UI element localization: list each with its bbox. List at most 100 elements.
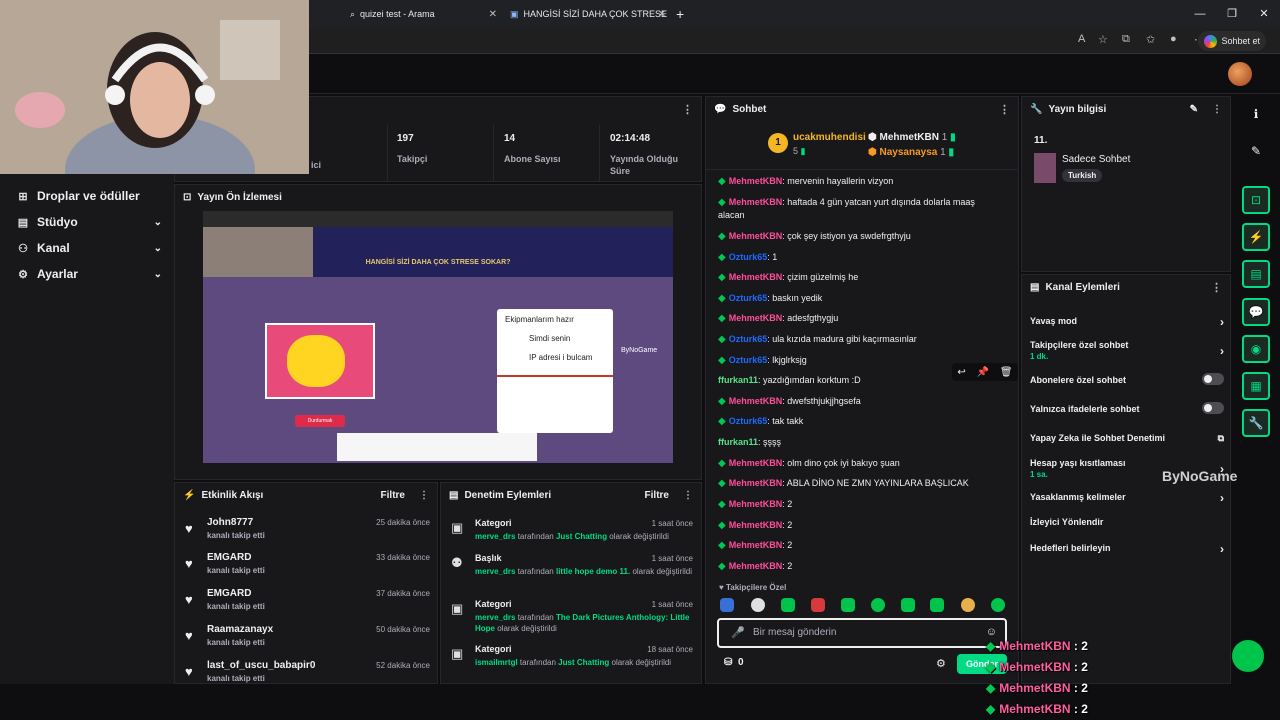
tag-badge[interactable]: Turkish: [1062, 169, 1103, 182]
chat-username[interactable]: MehmetKBN: [729, 272, 783, 282]
chat-input[interactable]: 🎤 Bir mesaj gönderin ☺: [717, 618, 1007, 648]
chat-message[interactable]: ◆ MehmetKBN: 2: [718, 519, 998, 532]
emote[interactable]: [841, 598, 855, 612]
chat-username[interactable]: MehmetKBN: [729, 478, 783, 488]
toggle-switch[interactable]: [1202, 373, 1224, 385]
chat-username[interactable]: MehmetKBN: [729, 540, 783, 550]
chat-message[interactable]: ◆ Ozturk65: baskın yedik: [718, 292, 998, 305]
channel-points[interactable]: ⛁ 0: [724, 657, 744, 668]
microphone-icon[interactable]: 🎤: [731, 626, 745, 639]
action-goals[interactable]: Hedefleri belirleyin ›: [1030, 542, 1230, 556]
clipboard-icon[interactable]: ▤: [1242, 260, 1270, 288]
more-options-icon[interactable]: ⋮: [1211, 281, 1222, 294]
chat-username[interactable]: Ozturk65: [729, 416, 768, 426]
chat-message[interactable]: ◆ MehmetKBN: çok şey istiyon ya swdefrgth…: [718, 230, 998, 243]
emote[interactable]: [781, 598, 795, 612]
broadcast-icon[interactable]: ◉: [1242, 335, 1270, 363]
chat-username[interactable]: MehmetKBN: [729, 231, 783, 241]
browser-tab[interactable]: ⌕ quizei test - Arama ✕: [344, 4, 499, 24]
chat-username[interactable]: MehmetKBN: [729, 561, 783, 571]
emote[interactable]: [811, 598, 825, 612]
chat-message[interactable]: ◆ Ozturk65: tak takk: [718, 415, 998, 428]
toggle-switch[interactable]: [1202, 402, 1224, 414]
help-button[interactable]: [1232, 640, 1264, 672]
reply-icon[interactable]: ↩: [957, 367, 965, 378]
activity-user[interactable]: last_of_uscu_babapir0: [207, 660, 315, 671]
user-avatar[interactable]: [1228, 62, 1252, 86]
stream-preview[interactable]: HANGİSİ SİZİ DAHA ÇOK STRESE SOKAR? Ekip…: [203, 211, 673, 463]
chat-message[interactable]: ◆ MehmetKBN: çizim güzelmiş he: [718, 271, 998, 284]
action-emote-only[interactable]: Yalnızca ifadelerle sohbet: [1030, 402, 1230, 414]
edit-icon[interactable]: ✎: [1190, 104, 1198, 115]
chat-username[interactable]: MehmetKBN: [729, 520, 783, 530]
chat-settings-icon[interactable]: ⚙: [936, 657, 946, 670]
chat-message[interactable]: ◆ MehmetKBN: mervenin hayallerin vizyon: [718, 175, 998, 188]
emote[interactable]: [930, 598, 944, 612]
chat-username[interactable]: Ozturk65: [729, 293, 768, 303]
chat-message[interactable]: ◆ Ozturk65: 1: [718, 251, 998, 264]
action-slow-mode[interactable]: Yavaş mod ›: [1030, 315, 1230, 329]
sidebar-item-drops[interactable]: ⊞ Droplar ve ödüller: [16, 186, 162, 206]
chat-message[interactable]: ◆ MehmetKBN: olm dino çok iyi bakıyo şuan: [718, 457, 998, 470]
chat-username[interactable]: MehmetKBN: [729, 396, 783, 406]
chat-message[interactable]: ◆ Ozturk65: ula kızıda madura gibi kaçırm…: [718, 333, 998, 346]
chat-message[interactable]: ◆ MehmetKBN: 2: [718, 560, 998, 573]
read-aloud-icon[interactable]: A: [1078, 33, 1085, 45]
chat-message[interactable]: ◆ MehmetKBN: adesfgthygju: [718, 312, 998, 325]
chat-username[interactable]: MehmetKBN: [729, 313, 783, 323]
gifter-row[interactable]: ⬢ Naysanaysa 1 ▮: [868, 147, 954, 158]
category-name[interactable]: Sadece Sohbet: [1062, 154, 1130, 165]
chat-icon[interactable]: 💬: [1242, 298, 1270, 326]
filter-button[interactable]: Filtre: [645, 490, 669, 501]
emote[interactable]: [991, 598, 1005, 612]
emoji-icon[interactable]: ☺: [986, 626, 997, 638]
emote[interactable]: [720, 598, 734, 612]
emote[interactable]: [871, 598, 885, 612]
category-thumbnail[interactable]: [1034, 153, 1056, 183]
activity-user[interactable]: John8777: [207, 517, 253, 528]
chat-username[interactable]: ffurkan11: [718, 375, 758, 385]
more-options-icon[interactable]: ⋮: [999, 103, 1010, 116]
more-options-icon[interactable]: ⋮: [682, 103, 693, 116]
more-options-icon[interactable]: ⋮: [419, 490, 429, 501]
favorites-icon[interactable]: ✩: [1146, 33, 1155, 46]
chat-username[interactable]: MehmetKBN: [729, 197, 783, 207]
chat-message[interactable]: ◆ MehmetKBN: haftada 4 gün yatcan yurt dı…: [718, 196, 998, 222]
sidebar-item-settings[interactable]: ⚙ Ayarlar ⌄: [16, 264, 162, 284]
bolt-icon[interactable]: ⚡: [1242, 223, 1270, 251]
chat-username[interactable]: MehmetKBN: [729, 458, 783, 468]
activity-user[interactable]: EMGARD: [207, 552, 251, 563]
emote[interactable]: [751, 598, 765, 612]
action-subs-only[interactable]: Abonelere özel sohbet: [1030, 373, 1230, 385]
action-banned-words[interactable]: Yasaklanmış kelimeler ›: [1030, 491, 1230, 505]
more-options-icon[interactable]: ⋮: [683, 490, 693, 501]
action-ai-moderation[interactable]: Yapay Zeka ile Sohbet Denetimi ⧉: [1030, 433, 1230, 443]
emote[interactable]: [961, 598, 975, 612]
filter-button[interactable]: Filtre: [381, 490, 405, 501]
more-options-icon[interactable]: ⋮: [1212, 104, 1222, 115]
chat-username[interactable]: MehmetKBN: [729, 176, 783, 186]
close-icon[interactable]: ✕: [489, 9, 497, 20]
new-tab-button[interactable]: +: [670, 4, 690, 24]
chat-message[interactable]: ◆ MehmetKBN: dwefsthjukjjhgsefa: [718, 395, 998, 408]
pencil-icon[interactable]: ✎: [1242, 137, 1270, 165]
layers-icon[interactable]: ▦: [1242, 372, 1270, 400]
action-raid[interactable]: İzleyici Yönlendir: [1030, 517, 1230, 527]
close-window-icon[interactable]: ✕: [1248, 0, 1280, 28]
sidebar-item-channel[interactable]: ⚇ Kanal ⌄: [16, 238, 162, 258]
star-icon[interactable]: ☆: [1098, 33, 1108, 46]
emote[interactable]: [901, 598, 915, 612]
wrench-icon[interactable]: 🔧: [1242, 409, 1270, 437]
minimize-icon[interactable]: —: [1184, 0, 1216, 28]
chat-username[interactable]: Ozturk65: [729, 252, 768, 262]
pin-icon[interactable]: 📌: [977, 367, 989, 378]
close-icon[interactable]: ✕: [658, 9, 666, 20]
extensions-icon[interactable]: ⧉: [1122, 33, 1130, 46]
camera-icon[interactable]: ⊡: [1242, 186, 1270, 214]
action-followers-only[interactable]: Takipçilere özel sohbet 1 dk. ›: [1030, 340, 1230, 361]
chat-username[interactable]: Ozturk65: [729, 355, 768, 365]
activity-user[interactable]: EMGARD: [207, 588, 251, 599]
chat-username[interactable]: Ozturk65: [729, 334, 768, 344]
chat-message[interactable]: ◆ MehmetKBN: 2: [718, 498, 998, 511]
chat-username[interactable]: MehmetKBN: [729, 499, 783, 509]
